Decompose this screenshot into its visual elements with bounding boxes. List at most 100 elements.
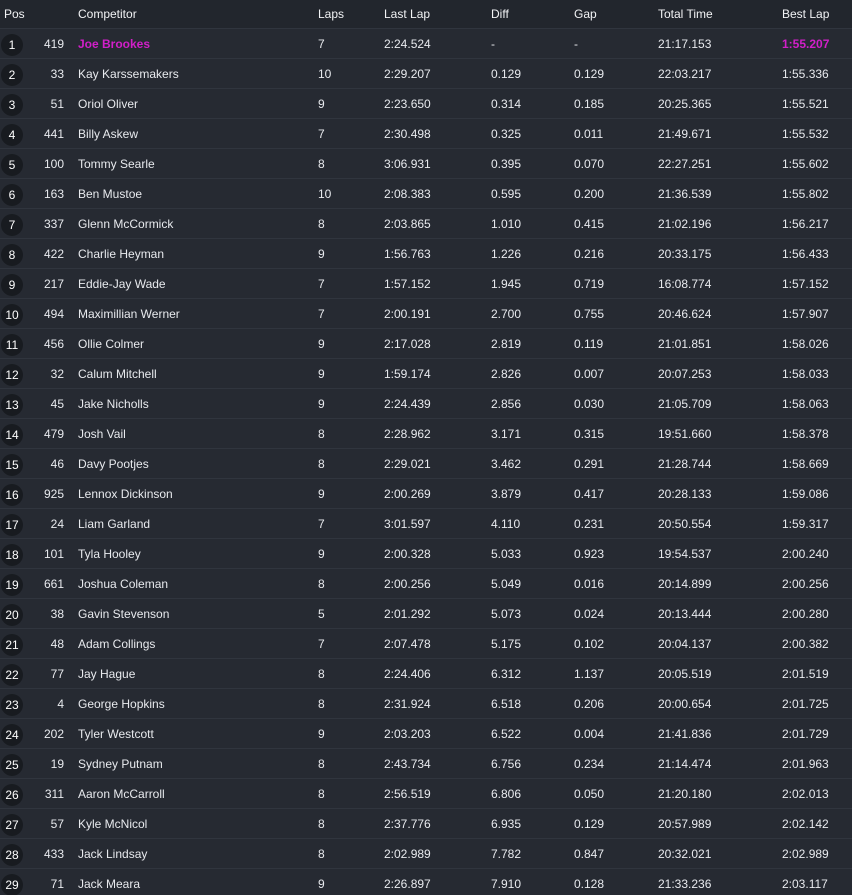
table-row[interactable]: 20 38 Gavin Stevenson 5 2:01.292 5.073 0.024 20… [0, 599, 852, 629]
table-row[interactable]: 5 100 Tommy Searle 8 3:06.931 0.395 0.070 22:27… [0, 149, 852, 179]
header-pos[interactable]: Pos [4, 0, 28, 28]
header-competitor[interactable]: Competitor [78, 0, 298, 28]
table-row[interactable]: 12 32 Calum Mitchell 9 1:59.174 2.826 0.007 20:… [0, 359, 852, 389]
position-badge: 17 [1, 513, 23, 536]
competitor-name[interactable]: Jack Lindsay [78, 839, 298, 868]
table-row[interactable]: 7 337 Glenn McCormick 8 2:03.865 1.010 0.415 21… [0, 209, 852, 239]
table-row[interactable]: 18 101 Tyla Hooley 9 2:00.328 5.033 0.923 19:54… [0, 539, 852, 569]
table-row[interactable]: 24 202 Tyler Westcott 9 2:03.203 6.522 0.004 21… [0, 719, 852, 749]
table-row[interactable]: 15 46 Davy Pootjes 8 2:29.021 3.462 0.291 21:28… [0, 449, 852, 479]
competitor-name[interactable]: Billy Askew [78, 119, 298, 148]
position-badge: 1 [1, 33, 23, 56]
competitor-name[interactable]: Sydney Putnam [78, 749, 298, 778]
competitor-name[interactable]: George Hopkins [78, 689, 298, 718]
last-lap-value: 2:08.383 [384, 186, 431, 201]
competitor-name[interactable]: Tyla Hooley [78, 539, 298, 568]
table-row[interactable]: 9 217 Eddie-Jay Wade 7 1:57.152 1.945 0.719 16:… [0, 269, 852, 299]
competitor-name[interactable]: Charlie Heyman [78, 239, 298, 268]
competitor-name[interactable]: Jack Meara [78, 869, 298, 895]
header-diff[interactable]: Diff [491, 0, 551, 28]
race-number: 4 [57, 696, 64, 711]
header-laps[interactable]: Laps [318, 0, 358, 28]
position-badge: 13 [1, 393, 23, 416]
table-row[interactable]: 4 441 Billy Askew 7 2:30.498 0.325 0.011 21:49.… [0, 119, 852, 149]
best-lap-value: 2:00.256 [782, 576, 829, 591]
table-row[interactable]: 23 4 George Hopkins 8 2:31.924 6.518 0.206 20:0… [0, 689, 852, 719]
competitor-name[interactable]: Jake Nicholls [78, 389, 298, 418]
diff-value: 6.756 [491, 756, 522, 771]
table-row[interactable]: 1 419 Joe Brookes 7 2:24.524 - - 21:17.153 1:55.… [0, 29, 852, 59]
race-number: 77 [50, 666, 64, 681]
table-row[interactable]: 21 48 Adam Collings 7 2:07.478 5.175 0.102 20:0… [0, 629, 852, 659]
competitor-name[interactable]: Jay Hague [78, 659, 298, 688]
competitor-name[interactable]: Oriol Oliver [78, 89, 298, 118]
table-row[interactable]: 27 57 Kyle McNicol 8 2:37.776 6.935 0.129 20:57… [0, 809, 852, 839]
laps-value: 9 [318, 726, 325, 741]
laps-value: 8 [318, 216, 325, 231]
race-number: 163 [43, 186, 64, 201]
race-number: 202 [43, 726, 64, 741]
gap-value: 0.185 [574, 96, 605, 111]
competitor-name[interactable]: Josh Vail [78, 419, 298, 448]
table-row[interactable]: 2 33 Kay Karssemakers 10 2:29.207 0.129 0.129 2… [0, 59, 852, 89]
competitor-name[interactable]: Calum Mitchell [78, 359, 298, 388]
table-row[interactable]: 13 45 Jake Nicholls 9 2:24.439 2.856 0.030 21:0… [0, 389, 852, 419]
laps-value: 7 [318, 36, 325, 51]
table-row[interactable]: 19 661 Joshua Coleman 8 2:00.256 5.049 0.016 20… [0, 569, 852, 599]
total-time-value: 20:14.899 [658, 576, 712, 591]
competitor-name[interactable]: Eddie-Jay Wade [78, 269, 298, 298]
position-cell: 5 [0, 149, 24, 178]
table-row[interactable]: 6 163 Ben Mustoe 10 2:08.383 0.595 0.200 21:36.… [0, 179, 852, 209]
competitor-name[interactable]: Lennox Dickinson [78, 479, 298, 508]
table-row[interactable]: 8 422 Charlie Heyman 9 1:56.763 1.226 0.216 20:… [0, 239, 852, 269]
total-time-value: 21:49.671 [658, 126, 712, 141]
table-row[interactable]: 28 433 Jack Lindsay 8 2:02.989 7.782 0.847 20:3… [0, 839, 852, 869]
competitor-name[interactable]: Joe Brookes [78, 29, 298, 58]
table-row[interactable]: 25 19 Sydney Putnam 8 2:43.734 6.756 0.234 21:1… [0, 749, 852, 779]
competitor-name[interactable]: Liam Garland [78, 509, 298, 538]
race-number: 100 [43, 156, 64, 171]
table-row[interactable]: 11 456 Ollie Colmer 9 2:17.028 2.819 0.119 21:0… [0, 329, 852, 359]
competitor-name[interactable]: Maximillian Werner [78, 299, 298, 328]
race-number: 48 [50, 636, 64, 651]
last-lap-value: 3:06.931 [384, 156, 431, 171]
total-time-value: 21:01.851 [658, 336, 712, 351]
table-row[interactable]: 16 925 Lennox Dickinson 9 2:00.269 3.879 0.417… [0, 479, 852, 509]
header-gap[interactable]: Gap [574, 0, 634, 28]
competitor-name[interactable]: Kyle McNicol [78, 809, 298, 838]
header-last-lap[interactable]: Last Lap [384, 0, 464, 28]
diff-value: 5.175 [491, 636, 522, 651]
gap-value: 0.129 [574, 816, 605, 831]
position-badge: 5 [1, 153, 23, 176]
competitor-name[interactable]: Tommy Searle [78, 149, 298, 178]
table-row[interactable]: 22 77 Jay Hague 8 2:24.406 6.312 1.137 20:05.51… [0, 659, 852, 689]
header-total-time[interactable]: Total Time [658, 0, 748, 28]
competitor-name[interactable]: Ollie Colmer [78, 329, 298, 358]
position-badge: 11 [1, 333, 23, 356]
competitor-name[interactable]: Davy Pootjes [78, 449, 298, 478]
laps-value: 9 [318, 396, 325, 411]
table-row[interactable]: 26 311 Aaron McCarroll 8 2:56.519 6.806 0.050 2… [0, 779, 852, 809]
position-cell: 26 [0, 779, 24, 808]
gap-value: 0.129 [574, 66, 605, 81]
table-row[interactable]: 14 479 Josh Vail 8 2:28.962 3.171 0.315 19:51.6… [0, 419, 852, 449]
table-row[interactable]: 10 494 Maximillian Werner 7 2:00.191 2.700 0.7… [0, 299, 852, 329]
competitor-name[interactable]: Aaron McCarroll [78, 779, 298, 808]
header-best-lap[interactable]: Best Lap [782, 0, 852, 28]
table-row[interactable]: 3 51 Oriol Oliver 9 2:23.650 0.314 0.185 20:25.… [0, 89, 852, 119]
competitor-name[interactable]: Gavin Stevenson [78, 599, 298, 628]
competitor-name[interactable]: Adam Collings [78, 629, 298, 658]
best-lap-value: 1:58.378 [782, 426, 829, 441]
table-row[interactable]: 29 71 Jack Meara 9 2:26.897 7.910 0.128 21:33.2… [0, 869, 852, 895]
competitor-name[interactable]: Joshua Coleman [78, 569, 298, 598]
best-lap-value: 1:55.532 [782, 126, 829, 141]
race-number: 661 [43, 576, 64, 591]
competitor-name[interactable]: Tyler Westcott [78, 719, 298, 748]
competitor-name[interactable]: Kay Karssemakers [78, 59, 298, 88]
position-cell: 17 [0, 509, 24, 538]
competitor-name[interactable]: Glenn McCormick [78, 209, 298, 238]
gap-value: 0.200 [574, 186, 605, 201]
gap-value: 0.234 [574, 756, 605, 771]
competitor-name[interactable]: Ben Mustoe [78, 179, 298, 208]
table-row[interactable]: 17 24 Liam Garland 7 3:01.597 4.110 0.231 20:50… [0, 509, 852, 539]
